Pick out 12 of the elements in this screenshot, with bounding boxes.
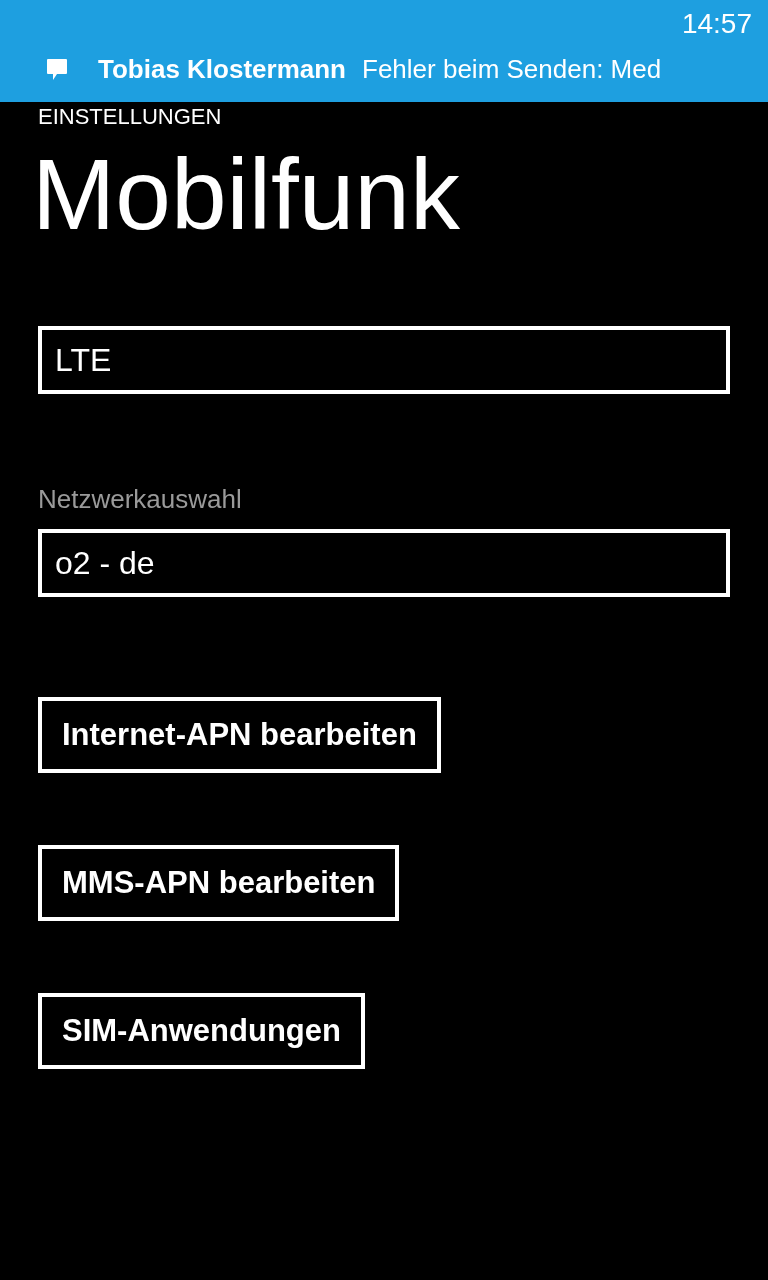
notification-message: Fehler beim Senden: Med [362,54,662,85]
action-button[interactable]: SIM-Anwendungen [38,993,365,1069]
section-title: EINSTELLUNGEN [38,103,223,130]
action-button[interactable]: MMS-APN bearbeiten [38,845,400,921]
status-time: 14:57 [681,8,752,41]
message-icon [46,57,68,82]
dropdown-field[interactable]: o2 - de [38,529,730,597]
action-button[interactable]: Internet-APN bearbeiten [38,697,441,773]
dropdown-field[interactable]: LTE [38,326,730,394]
field-label: Netzwerkauswahl [38,484,243,515]
notification-sender: Tobias Klostermann [98,54,346,85]
page-title: Mobilfunk [32,144,461,244]
